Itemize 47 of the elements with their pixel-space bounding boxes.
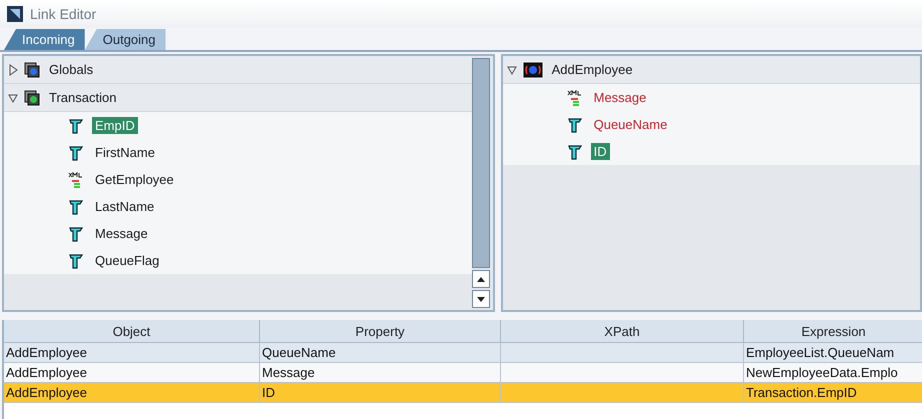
tab[interactable]: Outgoing — [84, 29, 166, 50]
column-header[interactable]: Object — [4, 320, 260, 343]
tree-item[interactable]: QueueFlag — [92, 252, 162, 269]
column-header[interactable]: Expression — [744, 320, 922, 343]
table-cell: QueueName — [260, 343, 501, 363]
tree-item[interactable]: Message — [92, 225, 151, 242]
expand-icon[interactable] — [8, 64, 18, 76]
service-icon — [522, 62, 543, 78]
table-cell: NewEmployeeData.Emplo — [744, 363, 922, 383]
table-cell: Message — [260, 363, 501, 383]
variable-icon — [68, 224, 86, 242]
app-icon — [6, 5, 24, 23]
table-cell: AddEmployee — [4, 383, 260, 403]
folder-icon — [24, 62, 40, 78]
variable-icon — [68, 198, 86, 216]
column-header[interactable]: Property — [260, 320, 501, 343]
tree-item[interactable]: QueueName — [590, 116, 670, 133]
scroll-up-button[interactable] — [472, 270, 490, 288]
tree-item[interactable]: ID — [590, 143, 610, 160]
table-cell: Transaction.EmpID — [744, 383, 922, 403]
scrollbar-thumb[interactable] — [472, 58, 490, 268]
column-header[interactable]: XPath — [501, 320, 744, 343]
table-cell: AddEmployee — [4, 343, 260, 363]
tree-item[interactable]: LastName — [92, 198, 158, 215]
variable-icon — [68, 144, 86, 162]
variable-icon — [566, 116, 585, 134]
down-arrow-icon — [476, 296, 485, 302]
table-cell: EmployeeList.QueueNam — [744, 343, 922, 363]
variable-icon — [68, 116, 86, 134]
tree-item[interactable]: FirstName — [92, 144, 158, 161]
tree-node[interactable]: Globals — [46, 61, 96, 78]
tab[interactable]: Incoming — [4, 29, 85, 50]
up-arrow-icon — [476, 276, 485, 282]
window-title: Link Editor — [30, 6, 96, 22]
collapse-icon[interactable] — [506, 64, 517, 76]
tree-node[interactable]: Transaction — [46, 89, 120, 106]
scroll-down-button[interactable] — [472, 290, 490, 308]
folder-icon — [24, 90, 40, 106]
collapse-icon[interactable] — [8, 92, 18, 104]
tree-item[interactable]: Message — [590, 89, 650, 106]
variable-icon — [566, 142, 585, 160]
tree-node[interactable]: AddEmployee — [548, 61, 636, 78]
table-cell: ID — [260, 383, 501, 403]
tree-item[interactable]: EmpID — [92, 117, 138, 134]
tree-item[interactable]: GetEmployee — [92, 171, 177, 188]
variable-icon — [68, 252, 86, 270]
table-cell: AddEmployee — [4, 363, 260, 383]
